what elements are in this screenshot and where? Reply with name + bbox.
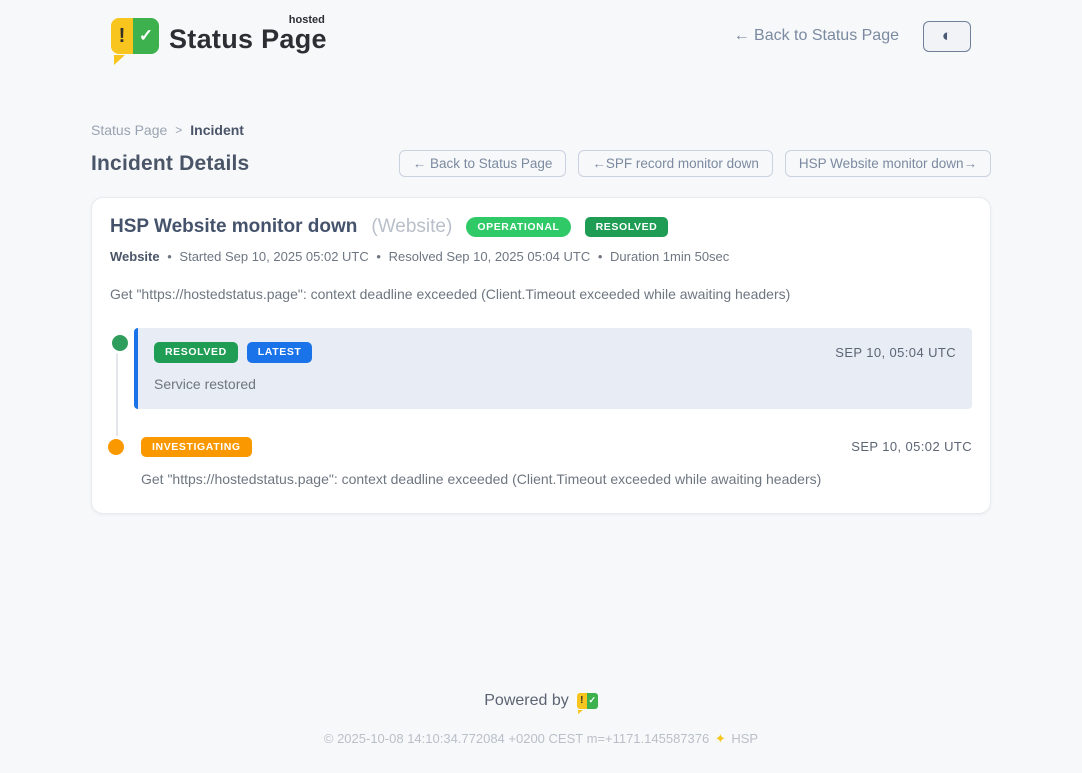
incident-meta: Website • Started Sep 10, 2025 05:02 UTC…: [110, 249, 972, 264]
theme-toggle-button[interactable]: ◐: [923, 21, 971, 52]
monitor-name: Website: [110, 249, 160, 264]
timeline-resolved-badge: RESOLVED: [154, 342, 238, 363]
timeline-investigating-badge: INVESTIGATING: [141, 437, 252, 458]
timeline-message: Get "https://hostedstatus.page": context…: [141, 471, 972, 487]
breadcrumb-incident: Incident: [190, 122, 244, 138]
orange-dot-icon: [108, 439, 124, 455]
exclamation-icon: !: [111, 18, 133, 54]
powered-by-label: Powered by: [484, 692, 569, 710]
breadcrumb: Status Page > Incident: [91, 122, 991, 138]
sparkles-icon: ✦: [713, 731, 728, 746]
incident-timeline: RESOLVED LATEST SEP 10, 05:04 UTC Servic…: [110, 328, 972, 487]
timeline-entry-resolved: RESOLVED LATEST SEP 10, 05:04 UTC Servic…: [134, 328, 972, 409]
header-back-link[interactable]: ← Back to Status Page: [734, 27, 899, 45]
next-incident-button[interactable]: HSP Website monitor down→: [785, 150, 991, 177]
timeline-entry-investigating: INVESTIGATING SEP 10, 05:02 UTC Get "htt…: [134, 437, 972, 488]
check-icon: ✓: [133, 18, 159, 54]
started-timestamp: Started Sep 10, 2025 05:02 UTC: [179, 249, 368, 264]
incident-card: HSP Website monitor down (Website) OPERA…: [91, 197, 991, 514]
prev-incident-button[interactable]: ←SPF record monitor down: [578, 150, 773, 177]
hsp-logo-icon[interactable]: ! ✓: [577, 693, 598, 710]
half-circle-icon: ◐: [942, 26, 952, 46]
timeline-timestamp: SEP 10, 05:02 UTC: [851, 439, 972, 454]
timeline-message: Service restored: [154, 376, 956, 392]
site-footer: Powered by ! ✓ © 2025-10-08 14:10:34.772…: [0, 692, 1082, 773]
resolved-timestamp: Resolved Sep 10, 2025 05:04 UTC: [389, 249, 591, 264]
copyright-brand: HSP: [731, 731, 758, 746]
brand-logo[interactable]: ! ✓ Status Page hosted: [111, 16, 327, 56]
brand-name: Status Page: [169, 24, 327, 54]
copyright-line: © 2025-10-08 14:10:34.772084 +0200 CEST …: [0, 731, 1082, 773]
exclamation-icon: !: [577, 693, 587, 709]
duration: Duration 1min 50sec: [610, 249, 729, 264]
timeline-latest-badge: LATEST: [247, 342, 313, 363]
incident-title: HSP Website monitor down: [110, 216, 357, 238]
breadcrumb-status-page[interactable]: Status Page: [91, 122, 167, 138]
brand-superscript: hosted: [289, 14, 325, 26]
timeline-connector: [116, 344, 118, 440]
main-content: Status Page > Incident Incident Details …: [91, 122, 991, 514]
incident-description: Get "https://hostedstatus.page": context…: [110, 286, 972, 302]
green-dot-icon: [112, 335, 128, 351]
page-title: Incident Details: [91, 152, 249, 176]
status-page-logo-icon: ! ✓: [111, 18, 159, 56]
operational-badge: OPERATIONAL: [466, 217, 570, 238]
check-icon: ✓: [587, 693, 598, 709]
chevron-right-icon: >: [175, 123, 182, 137]
incident-nav: ← Back to Status Page ←SPF record monito…: [399, 150, 991, 177]
back-to-status-page-button[interactable]: ← Back to Status Page: [399, 150, 567, 177]
copyright-text: © 2025-10-08 14:10:34.772084 +0200 CEST …: [324, 731, 709, 746]
resolved-badge: RESOLVED: [585, 217, 669, 238]
site-header: ! ✓ Status Page hosted ← Back to Status …: [0, 0, 1082, 58]
incident-scope: (Website): [371, 216, 452, 238]
timeline-timestamp: SEP 10, 05:04 UTC: [835, 345, 956, 360]
